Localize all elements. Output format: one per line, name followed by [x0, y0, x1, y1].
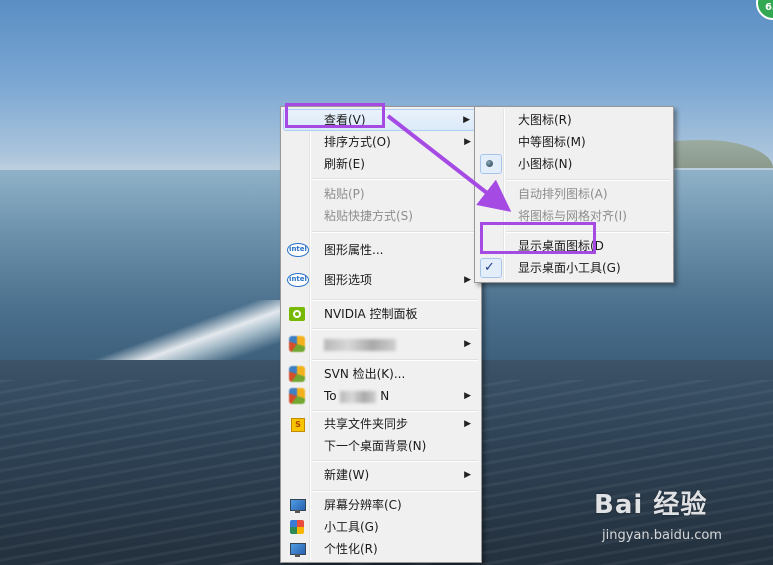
baidu-watermark: Bai 经验 jingyan.baidu.com: [594, 484, 722, 543]
annotation-arrow-icon: [386, 114, 512, 212]
baidu-logo: Bai 经验: [594, 490, 708, 520]
watermark-url: jingyan.baidu.com: [602, 528, 722, 543]
